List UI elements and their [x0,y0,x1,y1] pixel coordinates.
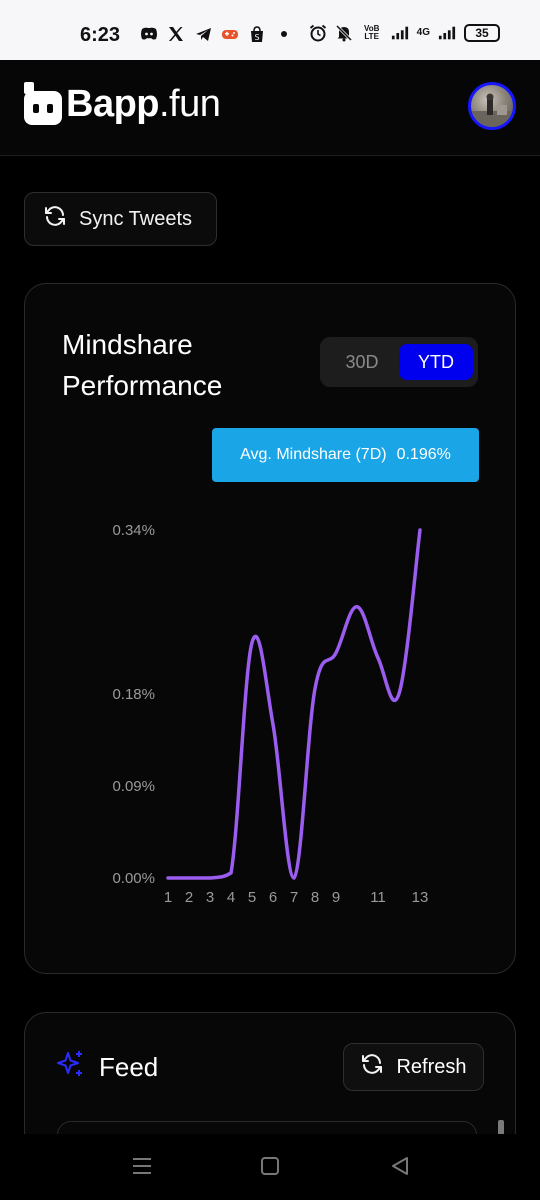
mindshare-card: Mindshare Performance 30D YTD Avg. Minds… [24,283,516,974]
status-bar: 6:23 S VoB LTE 4G 35 [0,0,540,60]
x-tick-label: 5 [248,889,256,906]
telegram-icon [194,25,212,43]
feed-title: Feed [99,1052,159,1082]
shop-icon: S [248,25,266,43]
discord-icon [140,25,158,43]
feed-card: Feed Refresh [24,1012,516,1152]
x-tick-label: 13 [412,889,429,906]
refresh-icon [360,1052,384,1082]
logo-icon [24,82,62,126]
y-tick-label: 0.18% [112,686,155,703]
x-tick-label: 2 [185,889,193,906]
refresh-label: Refresh [396,1055,467,1078]
x-tick-label: 4 [227,889,235,906]
svg-text:S: S [254,33,259,42]
menu-icon[interactable] [130,1154,154,1178]
home-icon[interactable] [258,1154,282,1178]
volte-icon: VoB LTE [363,24,380,41]
x-tick-label: 3 [206,889,214,906]
signal-icon [438,24,456,42]
y-tick-label: 0.00% [112,870,155,887]
app-header: Bapp.fun [0,60,540,156]
x-tick-label: 6 [269,889,277,906]
sparkle-icon [55,1049,85,1086]
battery-indicator: 35 [464,24,500,42]
x-icon [167,25,185,43]
y-tick-label: 0.09% [112,778,155,795]
x-tick-label: 7 [290,889,298,906]
system-nav-bar [0,1134,540,1200]
x-tick-label: 9 [332,889,340,906]
series-line [166,528,422,880]
feed-header: Feed [55,1049,158,1086]
status-time: 6:23 [80,24,121,46]
signal-icon [391,24,409,42]
logo[interactable]: Bapp.fun [24,82,221,126]
mute-icon [335,24,353,42]
game-icon [221,25,239,43]
app-screen: 6:23 S VoB LTE 4G 35 Bapp.fun Sync Tweet… [0,0,540,1200]
refresh-button[interactable]: Refresh [343,1043,484,1091]
back-icon[interactable] [388,1154,412,1178]
sync-tweets-button[interactable]: Sync Tweets [24,192,217,246]
system-icons: VoB LTE 4G 35 [309,24,500,42]
notification-icons: S [140,25,293,43]
mindshare-chart: 0.00% 0.09% 0.18% 0.34% 1 2 3 4 5 6 7 8 9 11 13 [112,522,429,906]
x-tick-label: 11 [370,889,386,906]
sync-tweets-label: Sync Tweets [79,207,193,230]
network-type: 4G [416,27,430,38]
avatar[interactable] [468,82,516,130]
logo-text: Bapp.fun [66,82,221,125]
x-tick-label: 8 [311,889,319,906]
dot-icon [275,25,293,43]
refresh-icon [43,204,67,234]
x-tick-label: 1 [164,889,172,906]
alarm-icon [309,24,327,42]
y-tick-label: 0.34% [112,522,155,539]
